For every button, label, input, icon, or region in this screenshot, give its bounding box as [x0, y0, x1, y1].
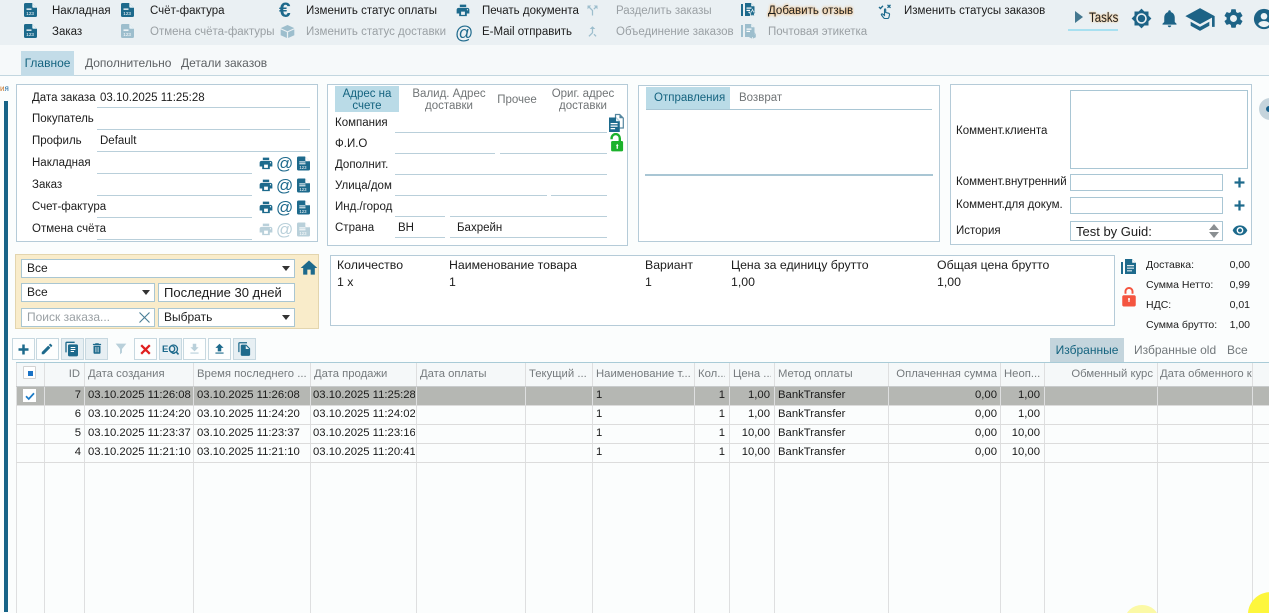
svg-text:123: 123	[26, 11, 34, 16]
svg-text:123: 123	[123, 32, 131, 37]
svg-text:123: 123	[26, 32, 34, 37]
svg-text:123: 123	[299, 209, 307, 214]
svg-text:123: 123	[299, 187, 307, 192]
svg-text:123: 123	[123, 11, 131, 16]
svg-text:123: 123	[299, 231, 307, 236]
svg-text:123: 123	[299, 165, 307, 170]
